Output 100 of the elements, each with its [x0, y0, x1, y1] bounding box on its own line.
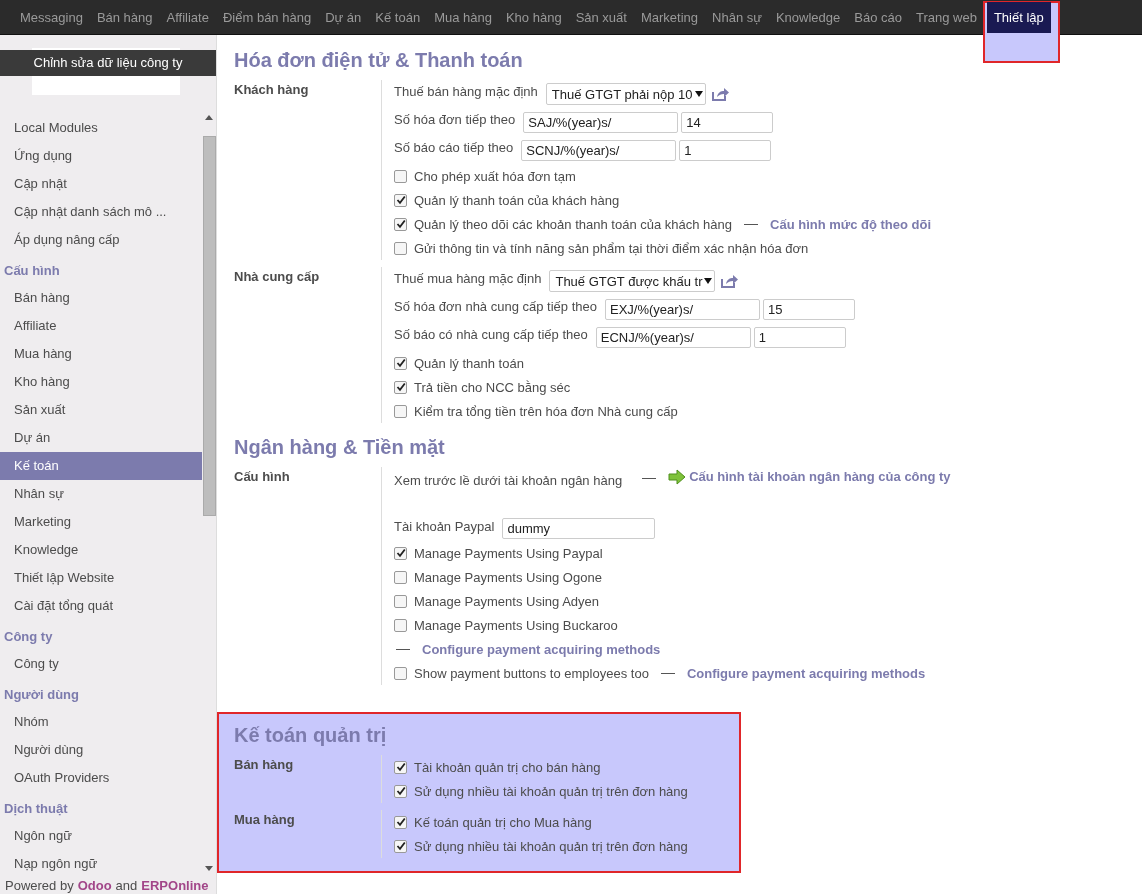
sidebar-item[interactable]: Kế toán: [0, 452, 202, 480]
footer-link[interactable]: Odoo: [77, 877, 112, 893]
menu-item[interactable]: Sản xuất: [568, 1, 634, 33]
menu-item[interactable]: Messaging: [13, 1, 90, 33]
menu-item[interactable]: Dự án: [318, 1, 369, 33]
sidebar-item[interactable]: Cài đặt tổng quát: [0, 592, 202, 620]
checkbox-label: Gửi thông tin và tính năng sản phẩm tại thời điểm xác nhận hóa đơn: [414, 240, 809, 256]
config-link[interactable]: Configure payment acquiring methods: [686, 665, 926, 681]
external-link-icon[interactable]: [720, 273, 739, 289]
sidebar-item[interactable]: Marketing: [0, 508, 202, 536]
checkbox[interactable]: [394, 784, 407, 798]
checkbox[interactable]: [394, 546, 407, 560]
checkbox[interactable]: [394, 815, 407, 829]
menu-item[interactable]: Affiliate: [159, 1, 216, 33]
input-field[interactable]: dummy: [502, 517, 656, 539]
sidebar-item[interactable]: Nhân sự: [0, 480, 202, 508]
checkbox[interactable]: [394, 217, 407, 231]
checkbox-label: Tài khoản quản trị cho bán hàng: [414, 759, 601, 775]
sidebar-item[interactable]: Knowledge: [0, 536, 202, 564]
checkbox-label: Trả tiền cho NCC bằng séc: [414, 379, 571, 395]
config-link[interactable]: Cấu hình tài khoản ngân hàng của công ty: [689, 469, 951, 484]
checkbox-label: Kiểm tra tổng tiền trên hóa đơn Nhà cung cấp: [414, 403, 678, 419]
sidebar-item[interactable]: Kho hàng: [0, 368, 202, 396]
checkbox[interactable]: [394, 404, 407, 418]
sidebar-item[interactable]: Nhóm: [0, 708, 202, 736]
scroll-down-icon[interactable]: [205, 866, 213, 872]
prefix-field[interactable]: ECNJ/%(year)s/: [595, 326, 751, 348]
prefix-field[interactable]: SCNJ/%(year)s/: [521, 139, 677, 161]
checkbox-label: Quản lý theo dõi các khoản thanh toán của khách hàng: [414, 216, 732, 232]
scroll-thumb[interactable]: [202, 136, 216, 516]
menu-item[interactable]: Thiết lập: [986, 1, 1051, 33]
checkbox-label: Sử dụng nhiều tài khoản quản trị trên đơn hàng: [414, 838, 688, 854]
checkbox[interactable]: [394, 380, 407, 394]
checkbox-label: Manage Payments Using Paypal: [414, 545, 603, 561]
sidebar-item[interactable]: Local Modules: [0, 114, 202, 142]
footer-link[interactable]: ERPOnline: [141, 877, 209, 893]
menu-item[interactable]: Nhân sự: [705, 1, 769, 33]
tax-dropdown[interactable]: Thuế GTGT được khấu tr: [549, 270, 716, 292]
external-link-icon[interactable]: [710, 86, 729, 102]
menu-item[interactable]: Marketing: [633, 1, 706, 33]
menu-section-header: Người dùng: [3, 686, 80, 704]
checkbox[interactable]: [394, 666, 407, 680]
checkbox-label: Manage Payments Using Adyen: [414, 593, 599, 609]
sidebar-item[interactable]: Cập nhật danh sách mô ...: [0, 198, 202, 226]
menu-item[interactable]: Kho hàng: [498, 1, 569, 33]
field-label: Thuế mua hàng mặc định: [394, 270, 542, 286]
checkbox[interactable]: [394, 760, 407, 774]
sidebar-item[interactable]: Công ty: [0, 650, 202, 678]
checkbox[interactable]: [394, 839, 407, 853]
sidebar-item[interactable]: Nạp ngôn ngữ: [0, 850, 202, 876]
number-field[interactable]: 15: [762, 298, 855, 320]
menu-item[interactable]: Bán hàng: [89, 1, 160, 33]
config-link[interactable]: Cấu hình mức độ theo dõi: [770, 216, 932, 232]
config-link[interactable]: Configure payment acquiring methods: [422, 641, 661, 657]
checkbox[interactable]: [394, 169, 407, 183]
scroll-up-icon[interactable]: [205, 114, 213, 120]
checkbox[interactable]: [394, 193, 407, 207]
sidebar-item[interactable]: Người dùng: [0, 736, 202, 764]
section-title: Kế toán quản trị: [234, 724, 388, 747]
sidebar-item[interactable]: Bán hàng: [0, 284, 202, 312]
checkbox-label: Cho phép xuất hóa đơn tạm: [414, 168, 576, 184]
checkbox-label: Manage Payments Using Buckaroo: [414, 617, 618, 633]
section-title: Hóa đơn điện tử & Thanh toán: [234, 49, 524, 72]
checkbox[interactable]: [394, 618, 407, 632]
sidebar-item[interactable]: Sản xuất: [0, 396, 202, 424]
edit-company-button[interactable]: Chỉnh sửa dữ liệu công ty: [0, 50, 216, 76]
caret-icon: [694, 91, 703, 97]
number-field[interactable]: 1: [753, 326, 846, 348]
menu-item[interactable]: Báo cáo: [847, 1, 909, 33]
number-field[interactable]: 14: [681, 111, 774, 133]
checkbox[interactable]: [394, 570, 407, 584]
field-label: Thuế bán hàng mặc định: [394, 83, 538, 99]
menu-item[interactable]: Trang web: [908, 1, 984, 33]
sidebar-item[interactable]: Ngôn ngữ: [0, 822, 202, 850]
field-label: Số báo cáo tiếp theo: [394, 139, 514, 155]
tax-dropdown[interactable]: Thuế GTGT phải nộp 10: [545, 83, 706, 105]
sidebar-item[interactable]: OAuth Providers: [0, 764, 202, 792]
sidebar-item[interactable]: Affiliate: [0, 312, 202, 340]
field-label: Số hóa đơn nhà cung cấp tiếp theo: [394, 298, 597, 314]
menu-section-header: Công ty: [3, 628, 54, 646]
menu-item[interactable]: Kế toán: [368, 1, 428, 33]
menu-item[interactable]: Điểm bán hàng: [215, 1, 319, 33]
group-label: Khách hàng: [234, 81, 310, 99]
prefix-field[interactable]: EXJ/%(year)s/: [604, 298, 760, 320]
sidebar-item[interactable]: Áp dụng nâng cấp: [0, 226, 202, 254]
menu-item[interactable]: Mua hàng: [427, 1, 499, 33]
sidebar-item[interactable]: Dự án: [0, 424, 202, 452]
caret-icon: [704, 278, 713, 284]
group-label: Cấu hình: [234, 468, 291, 486]
group-label: Mua hàng: [234, 811, 296, 829]
number-field[interactable]: 1: [679, 139, 772, 161]
prefix-field[interactable]: SAJ/%(year)s/: [523, 111, 679, 133]
sidebar-item[interactable]: Cập nhật: [0, 170, 202, 198]
sidebar-item[interactable]: Ứng dụng: [0, 142, 202, 170]
sidebar-item[interactable]: Thiết lập Website: [0, 564, 202, 592]
menu-item[interactable]: Knowledge: [768, 1, 848, 33]
checkbox[interactable]: [394, 594, 407, 608]
checkbox[interactable]: [394, 356, 407, 370]
checkbox[interactable]: [394, 241, 407, 255]
sidebar-item[interactable]: Mua hàng: [0, 340, 202, 368]
